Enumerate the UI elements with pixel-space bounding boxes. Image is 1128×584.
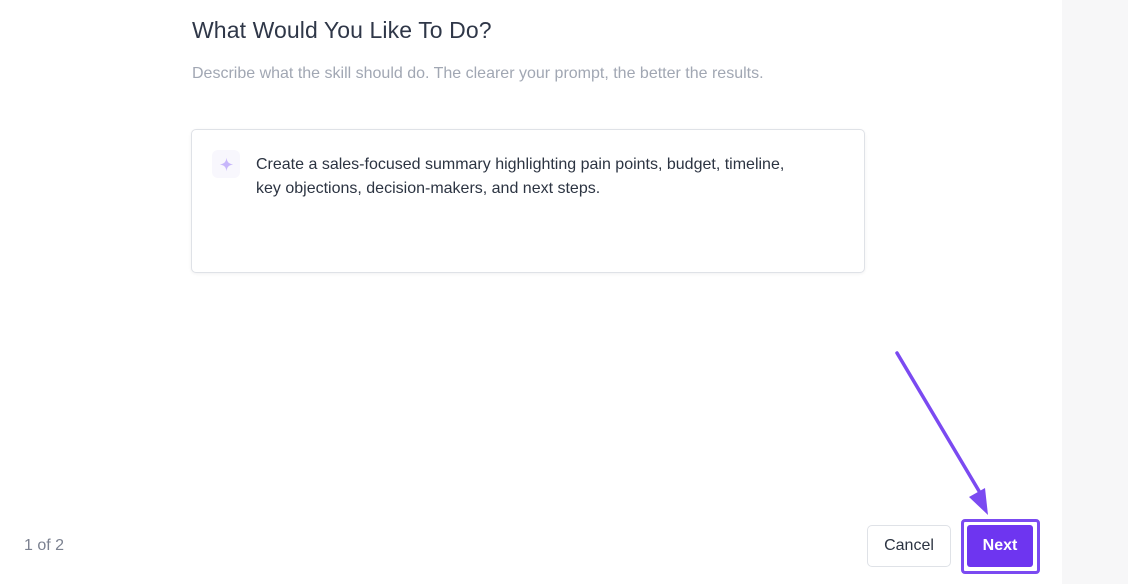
next-button[interactable]: Next: [967, 525, 1033, 567]
prompt-text[interactable]: Create a sales-focused summary highlight…: [256, 153, 851, 201]
step-indicator: 1 of 2: [24, 537, 65, 554]
right-gutter: [1062, 0, 1128, 584]
page-title: What Would You Like To Do?: [192, 17, 492, 43]
sparkle-icon: [212, 150, 240, 178]
page-subtitle: Describe what the skill should do. The c…: [192, 65, 764, 82]
sparkle-icon-glyph: [219, 157, 233, 171]
wizard-panel: What Would You Like To Do? Describe what…: [0, 0, 1062, 584]
cancel-button[interactable]: Cancel: [867, 525, 951, 567]
skill-prompt-field[interactable]: Create a sales-focused summary highlight…: [191, 129, 865, 273]
